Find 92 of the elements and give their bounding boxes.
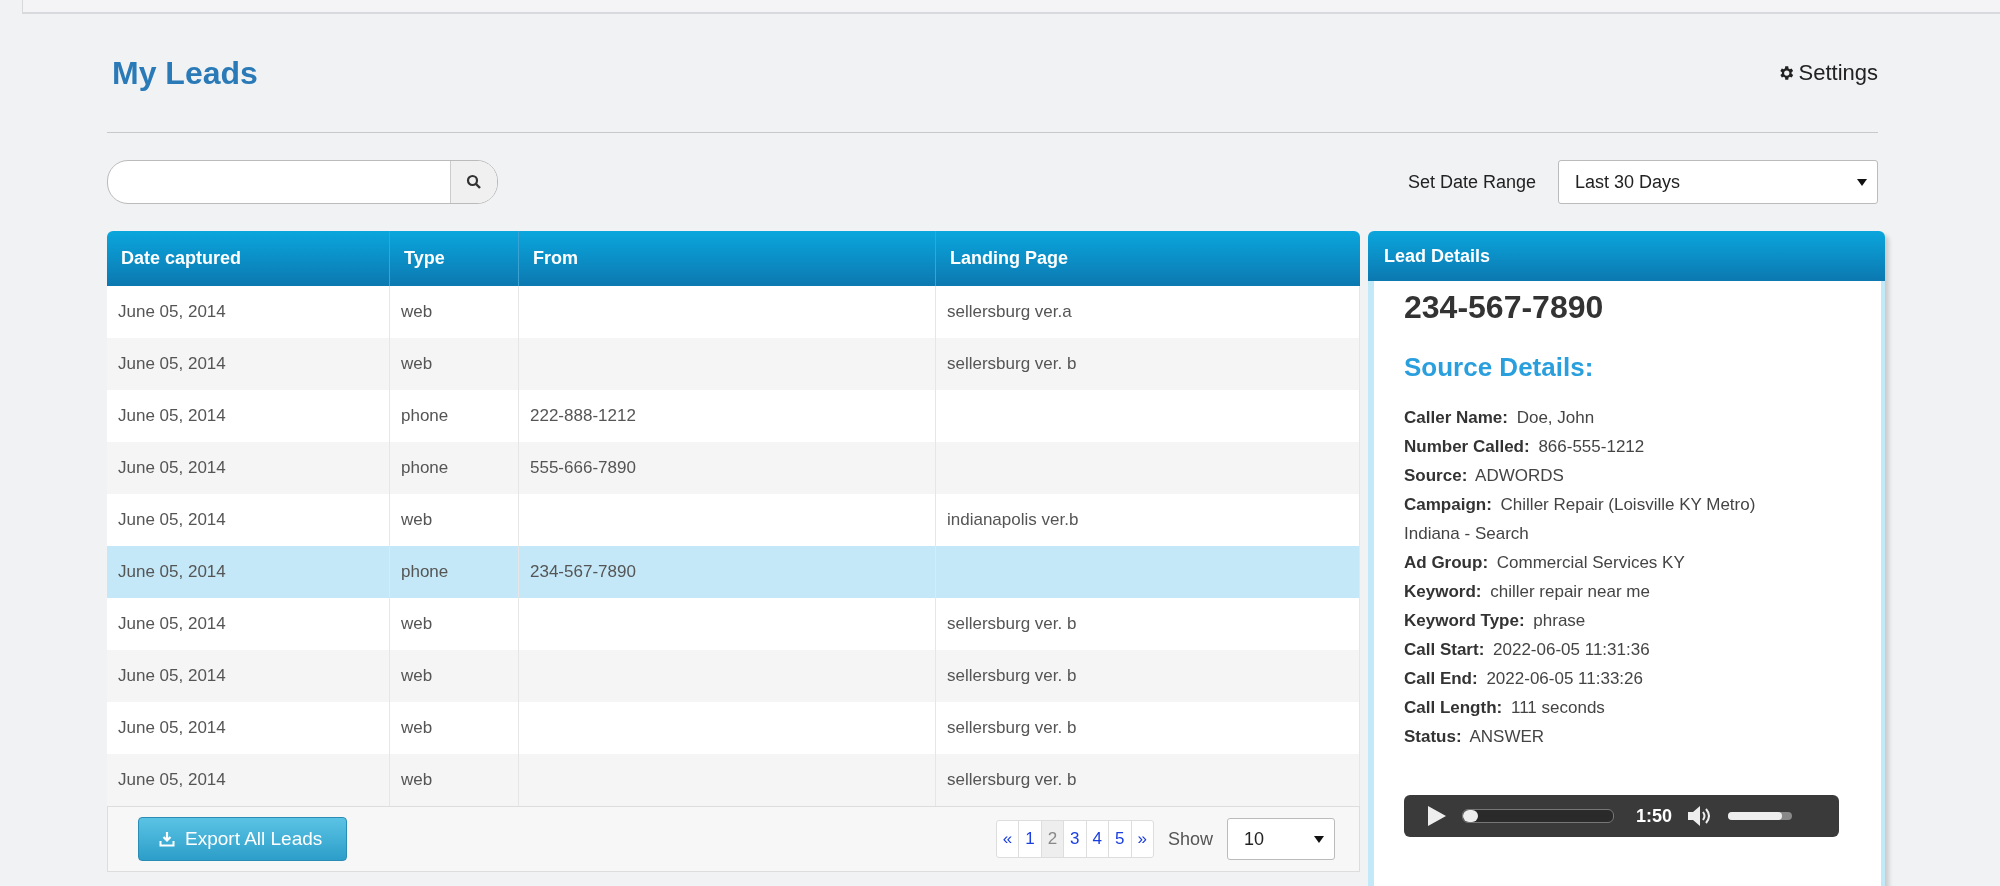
date-cell: June 05, 2014 [118, 770, 226, 789]
field-value: Commercial Services KY [1496, 553, 1685, 572]
field-label: Keyword: [1404, 582, 1482, 601]
date-cell: June 05, 2014 [118, 302, 226, 321]
section-title: Source Details: [1404, 352, 1595, 383]
page-link[interactable]: » [1131, 821, 1153, 857]
from-cell: 234-567-7890 [530, 562, 636, 581]
date-cell: June 05, 2014 [118, 666, 226, 685]
table-row[interactable]: June 05, 2014 web sellersburg ver.a [107, 286, 1360, 338]
column-header: Date captured [107, 231, 390, 286]
field-value: ANSWER [1469, 727, 1545, 746]
field-label: Number Called: [1404, 437, 1530, 456]
show-label: Show [1167, 828, 1213, 850]
caret-icon [1857, 179, 1867, 186]
field-label: Status: [1404, 727, 1462, 746]
table-row[interactable]: June 05, 2014 phone 555-666-7890 [107, 442, 1360, 494]
table-row[interactable]: June 05, 2014 web sellersburg ver. b [107, 338, 1360, 390]
date-cell: June 05, 2014 [118, 406, 226, 425]
settings-link[interactable]: Settings [1776, 60, 1878, 86]
landing-page-cell: sellersburg ver. b [947, 354, 1077, 373]
field-value: Indiana - Search [1404, 524, 1529, 543]
field-value: chiller repair near me [1490, 582, 1650, 601]
page-size-dropdown[interactable]: 10 [1227, 818, 1335, 860]
date-cell: June 05, 2014 [118, 458, 226, 477]
type-cell: web [401, 510, 433, 529]
type-cell: phone [401, 458, 449, 477]
column-header: Landing Page [935, 231, 1360, 286]
from-cell: 555-666-7890 [530, 458, 636, 477]
field-label: Ad Group: [1404, 553, 1489, 572]
landing-page-cell: indianapolis ver.b [947, 510, 1079, 529]
volume-slider[interactable] [1728, 812, 1793, 820]
page-link[interactable]: 1 [1019, 821, 1042, 857]
search-button[interactable] [450, 161, 497, 203]
field-value: Doe, John [1516, 408, 1595, 427]
page-link[interactable]: « [996, 821, 1020, 857]
landing-page-cell: sellersburg ver.a [947, 302, 1072, 321]
field-value: phrase [1533, 611, 1586, 630]
phone-number: 234-567-7890 [1404, 289, 1605, 326]
field-label: Source: [1404, 466, 1468, 485]
download-icon [159, 831, 175, 847]
column-header: From [518, 231, 936, 286]
date-cell: June 05, 2014 [118, 510, 226, 529]
date-cell: June 05, 2014 [118, 562, 226, 581]
field-value: ADWORDS [1475, 466, 1564, 485]
from-cell: 222-888-1212 [530, 406, 636, 425]
field-value: 111 seconds [1510, 698, 1605, 717]
field-value: 866-555-1212 [1538, 437, 1645, 456]
field-label: Call Start: [1404, 640, 1485, 659]
date-range-label: Set Date Range [1407, 171, 1536, 193]
landing-page-cell: sellersburg ver. b [947, 770, 1077, 789]
field-label: Call Length: [1404, 698, 1503, 717]
type-cell: web [401, 614, 433, 633]
page-title: My Leads [111, 54, 258, 92]
date-cell: June 05, 2014 [118, 718, 226, 737]
field-value: 2022-06-05 11:33:26 [1486, 669, 1643, 688]
field-label: Keyword Type: [1404, 611, 1525, 630]
field-label: Caller Name: [1404, 408, 1508, 427]
caret-icon [1314, 836, 1324, 843]
table-row[interactable]: June 05, 2014 web sellersburg ver. b [107, 754, 1360, 806]
type-cell: web [401, 354, 433, 373]
page-link[interactable]: 3 [1064, 821, 1087, 857]
field-label: Call End: [1404, 669, 1478, 688]
landing-page-cell: sellersburg ver. b [947, 666, 1077, 685]
type-cell: web [401, 718, 433, 737]
type-cell: web [401, 770, 433, 789]
table-row[interactable]: June 05, 2014 phone 234-567-7890 [107, 546, 1360, 598]
landing-page-cell: sellersburg ver. b [947, 718, 1077, 737]
date-range-dropdown[interactable]: Last 30 Days [1558, 160, 1878, 204]
table-row[interactable]: June 05, 2014 phone 222-888-1212 [107, 390, 1360, 442]
search-field[interactable] [107, 160, 498, 204]
type-cell: phone [401, 406, 449, 425]
field-value: 2022-06-05 11:31:36 [1493, 640, 1650, 659]
type-cell: web [401, 302, 433, 321]
time-label: 1:50 [1636, 805, 1673, 827]
play-icon[interactable] [1426, 804, 1448, 828]
column-header: Type [389, 231, 519, 286]
landing-page-cell: sellersburg ver. b [947, 614, 1077, 633]
table-row[interactable]: June 05, 2014 web sellersburg ver. b [107, 598, 1360, 650]
date-cell: June 05, 2014 [118, 354, 226, 373]
page-link[interactable]: 4 [1086, 821, 1110, 857]
progress-track[interactable] [1462, 809, 1614, 823]
type-cell: phone [401, 562, 449, 581]
table-row[interactable]: June 05, 2014 web sellersburg ver. b [107, 650, 1360, 702]
field-value: Chiller Repair (Loisville KY Metro) [1500, 495, 1756, 514]
table-row[interactable]: June 05, 2014 web sellersburg ver. b [107, 702, 1360, 754]
panel-title: Lead Details [1384, 245, 1491, 267]
search-icon [466, 174, 482, 190]
type-cell: web [401, 666, 433, 685]
table-row[interactable]: June 05, 2014 web indianapolis ver.b [107, 494, 1360, 546]
page-link[interactable]: 5 [1109, 821, 1132, 857]
field-label: Campaign: [1404, 495, 1492, 514]
date-cell: June 05, 2014 [118, 614, 226, 633]
